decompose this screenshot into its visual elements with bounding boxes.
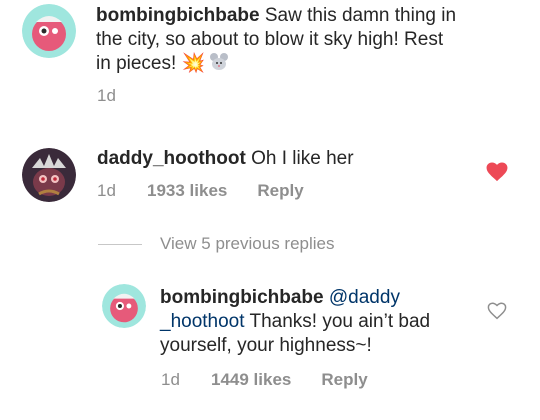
comment-2-likes[interactable]: 1933 likes <box>147 181 227 201</box>
reply-meta: 1d 1449 likes Reply <box>161 370 368 390</box>
comment-1-line1: Saw this damn thing in <box>259 5 457 26</box>
heart-liked-icon[interactable] <box>486 162 508 182</box>
mouse-emoji-icon <box>209 52 229 79</box>
comment-1-username[interactable]: bombingbichbabe <box>96 5 260 26</box>
comment-2-reply-button[interactable]: Reply <box>257 181 303 201</box>
reply-mention-2[interactable]: _hoothoot <box>160 311 245 332</box>
heart-outline-icon[interactable] <box>487 302 507 320</box>
reply-text: bombingbichbabe @daddy _hoothoot Thanks!… <box>160 286 480 358</box>
divider-line <box>98 243 142 245</box>
comment-2-body: Oh I like her <box>251 148 354 169</box>
reply-line2: Thanks! you ain’t bad <box>244 311 431 332</box>
reply-line3: yourself, your highness~! <box>160 335 372 356</box>
reply-reply-button[interactable]: Reply <box>321 370 367 390</box>
comment-1-text: bombingbichbabe Saw this damn thing in t… <box>96 4 516 79</box>
comment-1-time: 1d <box>97 86 116 105</box>
reply-time: 1d <box>161 370 180 389</box>
comment-2-username[interactable]: daddy_hoothoot <box>97 148 246 169</box>
comment-2-meta: 1d 1933 likes Reply <box>97 181 304 201</box>
view-previous-replies-button[interactable]: View 5 previous replies <box>98 234 335 254</box>
reply-likes[interactable]: 1449 likes <box>211 370 291 390</box>
reply-mention-1[interactable]: @daddy <box>329 287 400 308</box>
comment-1-line3: in pieces! 💥 <box>96 53 206 74</box>
view-replies-label: View 5 previous replies <box>160 234 335 253</box>
avatar-bombingbichbabe-reply[interactable] <box>102 284 146 328</box>
avatar-bombingbichbabe[interactable] <box>22 4 76 58</box>
comment-2-time: 1d <box>97 181 116 200</box>
comment-1-meta: 1d <box>97 86 116 106</box>
avatar-daddy-hoothoot[interactable] <box>22 148 76 202</box>
comment-2-text: daddy_hoothoot Oh I like her <box>97 147 457 171</box>
comment-1-line2: the city, so about to blow it sky high! … <box>96 29 444 50</box>
reply-username[interactable]: bombingbichbabe <box>160 287 324 308</box>
